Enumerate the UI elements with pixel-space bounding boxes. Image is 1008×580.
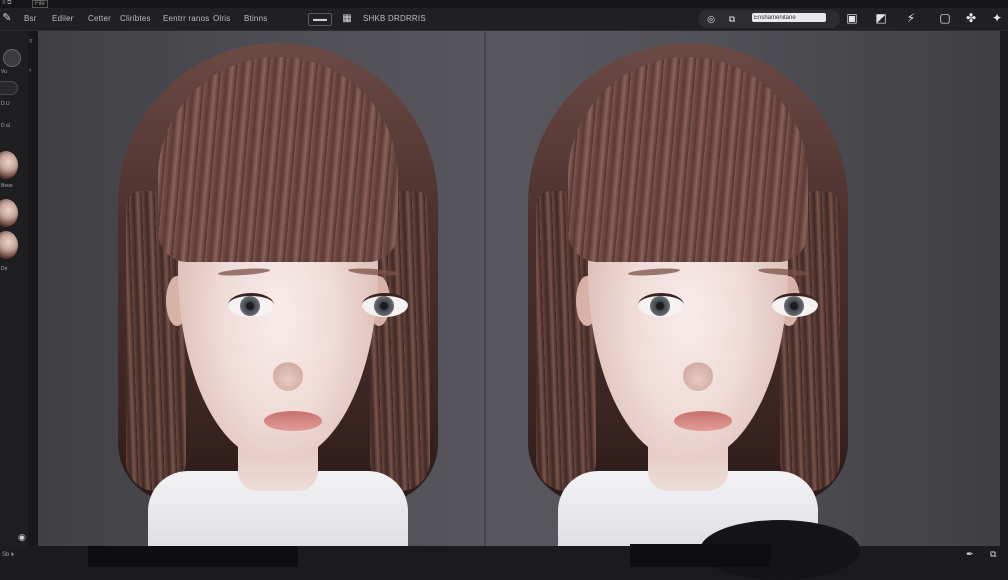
window-controls[interactable]: ≡ ⧉ (2, 0, 11, 7)
file-tab[interactable]: File (32, 0, 48, 8)
menu-item-1[interactable]: Bsr (24, 14, 37, 23)
eye-right (772, 293, 818, 317)
eye-left (228, 293, 274, 317)
nose (683, 361, 713, 391)
portrait-left (78, 31, 478, 546)
add-layer-button[interactable] (3, 49, 21, 67)
record-icon[interactable]: ◉ (18, 532, 26, 543)
export-icon[interactable]: ◩ (874, 11, 888, 25)
timeline-panel (88, 546, 298, 567)
tool-pill[interactable] (0, 81, 18, 95)
sidebar-label-4: Beoe (1, 183, 13, 189)
left-toolbar: Vu D.U D.al Beoe De (0, 31, 29, 546)
sidebar-label-5: De (1, 266, 8, 272)
menu-item-8[interactable]: SHKB DRDRRIS (363, 14, 426, 23)
filter-icon[interactable]: ▿ (29, 37, 33, 45)
eye-right (362, 293, 408, 317)
sidebar-label-2: D.U (1, 101, 10, 107)
menu-item-5[interactable]: Eentrr ranos (163, 14, 209, 23)
layer-icon[interactable]: ⧉ (725, 12, 739, 26)
target-icon[interactable]: ◎ (704, 12, 718, 26)
menu-item-3[interactable]: Cetter (88, 14, 111, 23)
menu-item-4[interactable]: Cliribtes (120, 14, 151, 23)
more-icon[interactable]: ✦ (990, 11, 1004, 25)
nose (273, 361, 303, 391)
menu-item-6[interactable]: Olris (213, 14, 230, 23)
menu-item-2[interactable]: Ediler (52, 14, 74, 23)
collapse-icon[interactable]: ‹ (29, 67, 31, 74)
layer-thumbnail-1[interactable] (0, 151, 18, 179)
image-canvas[interactable] (38, 31, 1000, 546)
grid-icon[interactable]: ▦ (340, 12, 354, 25)
lips (674, 411, 732, 431)
panel-toggle-button[interactable]: ▬▬ (308, 13, 332, 26)
settings-icon[interactable]: ✤ (964, 11, 978, 25)
sidebar-label-1: Vu (1, 69, 7, 75)
sidebar-divider[interactable]: ▿ ‹ (28, 31, 38, 546)
layer-thumbnail-2[interactable] (0, 199, 18, 227)
frame-icon[interactable]: ▢ (938, 11, 952, 25)
title-strip: ≡ ⧉ File (0, 0, 1008, 8)
layer-thumbnail-3[interactable] (0, 231, 18, 259)
menu-item-7[interactable]: Btinns (244, 14, 267, 23)
sidebar-label-3: D.al (1, 123, 10, 129)
pen-icon[interactable]: ✒ (966, 549, 974, 560)
magic-icon[interactable]: ⚡ (904, 11, 918, 25)
lips (264, 411, 322, 431)
layers-icon[interactable]: ⧉ (990, 549, 996, 560)
timeline-panel-right (630, 544, 770, 567)
compare-divider[interactable] (484, 31, 486, 546)
brush-icon[interactable]: ✎ (0, 12, 14, 25)
status-label: Sb ⏵ (2, 552, 15, 558)
portrait-right (488, 31, 888, 546)
eye-left (638, 293, 684, 317)
save-icon[interactable]: ▣ (845, 11, 859, 25)
search-input[interactable] (752, 13, 826, 22)
